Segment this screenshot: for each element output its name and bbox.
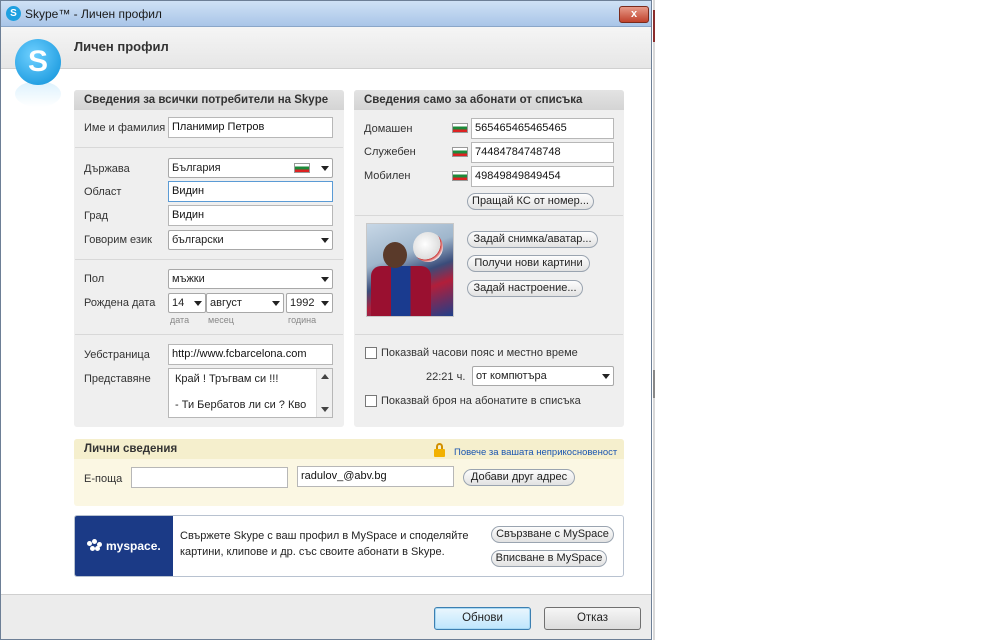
full-name-label: Име и фамилия [84,122,166,134]
connect-myspace-button[interactable]: Свързване с MySpace [491,526,614,543]
show-contact-count-checkbox[interactable] [365,395,377,407]
profile-avatar [366,223,454,317]
chevron-down-icon [321,277,329,282]
day-caption: дата [170,315,190,325]
page-title: Личен профил [74,39,169,54]
country-label: Държава [84,163,130,175]
about-textarea[interactable]: Край ! Тръгвам си !!! - Ти Бербатов ли с… [168,368,333,418]
chevron-down-icon [321,238,329,243]
about-label: Представяне [84,373,151,385]
chevron-down-icon [194,301,202,306]
scroll-up-icon[interactable] [321,374,329,379]
home-phone-label: Домашен [364,123,413,135]
gender-label: Пол [84,273,105,285]
time-source-select[interactable]: от компютъра [472,366,614,386]
myspace-panel: myspace. Свържете Skype с ваш профил в M… [74,515,624,577]
language-label: Говорим език [84,234,152,246]
show-timezone-checkbox[interactable] [365,347,377,359]
birth-month-select[interactable]: август [206,293,284,313]
gender-value: мъжки [172,273,205,285]
local-time: 22:21 ч. [426,371,466,383]
email-field-1[interactable] [131,467,288,488]
homepage-field[interactable]: http://www.fcbarcelona.com [168,344,333,365]
chevron-down-icon [321,301,329,306]
homepage-label: Уебстраница [84,349,150,361]
set-avatar-button[interactable]: Задай снимка/аватар... [467,231,598,248]
email-label: Е-поща [84,473,123,485]
skype-icon: S [6,6,21,21]
mobile-phone-label: Мобилен [364,170,411,182]
region-field[interactable]: Видин [168,181,333,202]
month-caption: месец [208,315,234,325]
city-label: Град [84,210,108,222]
bulgaria-flag-icon [452,123,468,133]
chevron-down-icon [321,166,329,171]
show-timezone-label: Показвай часови пояс и местно време [381,347,578,359]
add-email-button[interactable]: Добави друг адрес [463,469,575,486]
birth-day-value: 14 [172,297,185,309]
window-title: Skype™ - Личен профил [25,7,162,21]
set-mood-button[interactable]: Задай настроение... [467,280,583,297]
show-contact-count-label: Показвай броя на абонатите в списъка [381,395,581,407]
myspace-people-icon [87,539,103,551]
profile-window: S Skype™ - Личен профил x Личен профил S… [0,0,652,640]
update-button[interactable]: Обнови [434,607,531,630]
region-label: Област [84,186,122,198]
gender-select[interactable]: мъжки [168,269,333,289]
chevron-down-icon [272,301,280,306]
birth-year-value: 1992 [290,297,315,309]
signup-myspace-button[interactable]: Вписване в MySpace [491,550,607,567]
scroll-down-icon[interactable] [321,407,329,412]
send-sms-from-number-button[interactable]: Пращай КС от номер... [467,193,594,210]
bulgaria-flag-icon [452,171,468,181]
background-window-edge [653,0,655,640]
chevron-down-icon [602,374,610,379]
get-new-pictures-button[interactable]: Получи нови картини [467,255,590,272]
city-field[interactable]: Видин [168,205,333,226]
country-value: България [172,162,221,174]
myspace-logo-text: myspace. [106,539,161,553]
skype-logo-icon: S [15,39,61,85]
year-caption: година [288,315,317,325]
close-button[interactable]: x [619,6,649,23]
mobile-phone-field[interactable]: 49849849849454 [471,166,614,187]
birth-year-select[interactable]: 1992 [286,293,333,313]
language-value: български [172,234,224,246]
birth-day-select[interactable]: 14 [168,293,206,313]
bulgaria-flag-icon [452,147,468,157]
header: Личен профил [1,27,651,69]
language-select[interactable]: български [168,230,333,250]
public-info-heading: Сведения за всички потребители на Skype [74,90,344,110]
contacts-info-heading: Сведения само за абонати от списъка [354,90,624,110]
home-phone-field[interactable]: 565465465465465 [471,118,614,139]
birth-month-value: август [210,297,242,309]
email-field-2[interactable]: radulov_@abv.bg [297,466,454,487]
country-select[interactable]: България [168,158,333,178]
office-phone-label: Служебен [364,146,416,158]
lock-icon [434,443,445,457]
time-source-value: от компютъра [476,370,547,382]
office-phone-field[interactable]: 74484784748748 [471,142,614,163]
about-line-2: - Ти Бербатов ли си ? Кво [175,399,307,411]
about-scrollbar[interactable] [316,369,332,417]
cancel-button[interactable]: Отказ [544,607,641,630]
bulgaria-flag-icon [294,163,310,173]
privacy-link[interactable]: Повече за вашата неприкосновеност [454,447,617,458]
birthdate-label: Рождена дата [84,297,156,309]
myspace-description: Свържете Skype с ваш профил в MySpace и … [180,530,469,558]
full-name-field[interactable]: Планимир Петров [168,117,333,138]
title-bar: S Skype™ - Личен профил x [1,1,651,27]
myspace-logo: myspace. [75,516,173,576]
about-line-1: Край ! Тръгвам си !!! [175,373,279,385]
